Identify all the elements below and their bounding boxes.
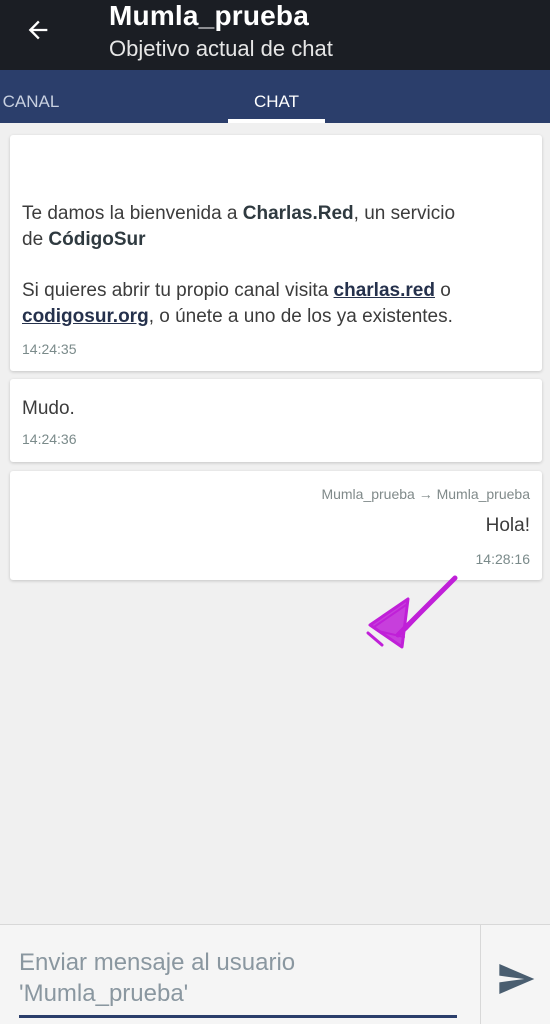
tab-bar: CANAL CHAT [0, 70, 550, 123]
link-charlas-red[interactable]: charlas.red [334, 280, 435, 301]
page-title: Mumla_prueba [109, 0, 309, 31]
composer-divider [480, 925, 481, 1024]
visit-mid: o [434, 280, 451, 301]
welcome-text: Te damos la bienvenida a Charlas.Red, un… [22, 201, 532, 253]
message-timestamp: 14:28:16 [475, 551, 531, 567]
message-input[interactable]: Enviar mensaje al usuario 'Mumla_prueba' [19, 947, 457, 1009]
app-bar: Mumla_prueba Objetivo actual de chat [0, 0, 550, 70]
send-icon [499, 964, 535, 994]
page-subtitle: Objetivo actual de chat [109, 36, 333, 61]
tab-chat[interactable]: CHAT [228, 70, 325, 123]
welcome-mid: , un servicio [353, 203, 456, 224]
link-codigosur-org[interactable]: codigosur.org [22, 306, 149, 327]
tab-chat-label: CHAT [253, 92, 299, 111]
message-card-hola: Mumla_prueba → Mumla_prueba Hola! 14:28:… [10, 471, 542, 580]
message-card-mudo: Mudo. 14:24:36 [10, 379, 542, 462]
visit-prefix: Si quieres abrir tu propio canal visita [22, 280, 334, 301]
message-composer: Enviar mensaje al usuario 'Mumla_prueba' [0, 924, 550, 1024]
welcome-prefix: Te damos la bienvenida a [22, 203, 243, 224]
message-text: Hola! [485, 515, 530, 536]
welcome-de: de [22, 229, 49, 250]
message-timestamp: 14:24:36 [22, 431, 77, 447]
brand-name: Charlas.Red [242, 203, 354, 224]
message-input-placeholder-line2: 'Mumla_prueba' [19, 980, 189, 1007]
active-tab-indicator [228, 119, 325, 123]
message-input-placeholder-line1: Enviar mensaje al usuario [19, 949, 296, 976]
message-timestamp: 14:24:35 [22, 341, 77, 357]
visit-suffix: , o únete a uno de los ya existentes. [148, 306, 453, 327]
send-button[interactable] [496, 959, 536, 999]
annotation-arrow-icon [366, 575, 458, 649]
input-underline [19, 1015, 457, 1018]
arrow-back-icon [28, 20, 48, 40]
visit-text: Si quieres abrir tu propio canal visita … [22, 278, 532, 330]
message-text: Mudo. [22, 398, 75, 419]
message-card-welcome: Te damos la bienvenida a Charlas.Red, un… [10, 135, 542, 371]
message-sender-recipient: Mumla_prueba → Mumla_prueba [321, 486, 530, 502]
org-name: CódigoSur [48, 229, 146, 250]
tab-canal[interactable]: CANAL [0, 70, 66, 123]
back-button[interactable] [14, 10, 62, 50]
